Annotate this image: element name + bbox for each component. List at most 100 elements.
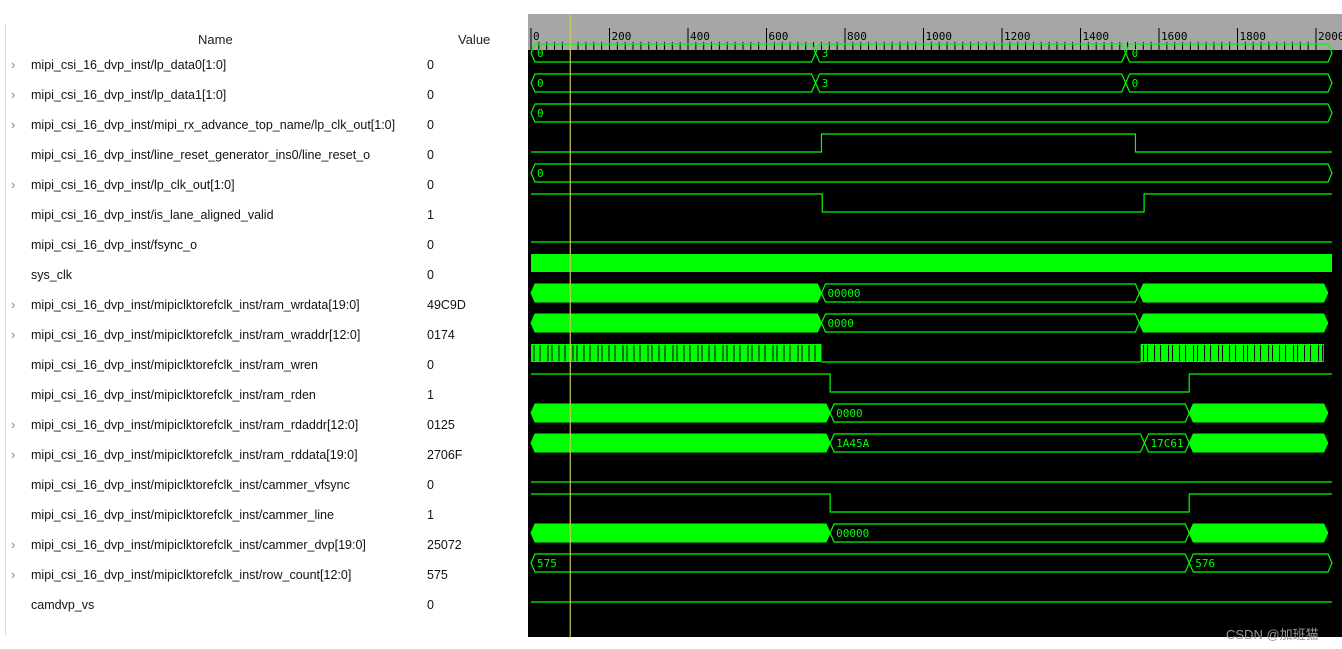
signal-row[interactable]: mipi_csi_16_dvp_inst/mipiclktorefclk_ins… xyxy=(0,381,528,411)
signal-row[interactable]: camdvp_vs 0 xyxy=(0,591,528,621)
waveform-canvas[interactable]: 0 3 00 3 00000000000000001A45A 17C6100000575 5… xyxy=(528,14,1342,637)
signal-name: mipi_csi_16_dvp_inst/lp_data0[1:0] xyxy=(31,58,227,72)
bus-busy-segment xyxy=(530,523,831,543)
signal-value: 0174 xyxy=(427,328,455,342)
bit-waveform xyxy=(531,193,1332,213)
signal-value: 0 xyxy=(427,148,434,162)
signal-value: 0 xyxy=(427,88,434,102)
signal-row[interactable]: › mipi_csi_16_dvp_inst/mipiclktorefclk_in… xyxy=(0,531,528,561)
signal-value: 49C9D xyxy=(427,298,466,312)
expand-chevron-icon[interactable]: › xyxy=(11,417,15,432)
bus-value-label: 0000 xyxy=(827,317,854,330)
expand-chevron-icon[interactable]: › xyxy=(11,537,15,552)
expand-chevron-icon[interactable]: › xyxy=(11,447,15,462)
signal-name: mipi_csi_16_dvp_inst/lp_data1[1:0] xyxy=(31,88,227,102)
bus-busy-segment xyxy=(530,313,822,333)
bus-value-label: 1A45A xyxy=(836,437,869,450)
bus-value-label: 3 xyxy=(822,47,829,60)
signal-name: mipi_csi_16_dvp_inst/fsync_o xyxy=(31,238,198,252)
bus-segment xyxy=(530,103,1333,123)
signal-value: 0 xyxy=(427,238,434,252)
bus-busy-segment xyxy=(1188,403,1329,423)
signal-value: 1 xyxy=(427,208,434,222)
signal-value: 25072 xyxy=(427,538,462,552)
bus-segment xyxy=(814,43,1127,63)
bus-segment xyxy=(1124,43,1333,63)
expand-chevron-icon[interactable]: › xyxy=(11,87,15,102)
bus-value-label: 576 xyxy=(1195,557,1215,570)
signal-row[interactable]: › mipi_csi_16_dvp_inst/mipiclktorefclk_in… xyxy=(0,441,528,471)
signal-row[interactable]: mipi_csi_16_dvp_inst/is_lane_aligned_val… xyxy=(0,201,528,231)
signal-row[interactable]: › mipi_csi_16_dvp_inst/lp_clk_out[1:0] 0 xyxy=(0,171,528,201)
expand-chevron-icon[interactable]: › xyxy=(11,567,15,582)
expand-chevron-icon[interactable]: › xyxy=(11,297,15,312)
signal-name: mipi_csi_16_dvp_inst/mipi_rx_advance_top… xyxy=(31,118,396,132)
bit-waveform xyxy=(531,373,1332,393)
signal-row[interactable]: › mipi_csi_16_dvp_inst/lp_data1[1:0] 0 xyxy=(0,81,528,111)
signal-name: camdvp_vs xyxy=(31,598,95,612)
signal-name: mipi_csi_16_dvp_inst/mipiclktorefclk_ins… xyxy=(31,568,352,582)
signal-value: 1 xyxy=(427,388,434,402)
clock-waveform xyxy=(531,254,1332,272)
bus-value-label: 0 xyxy=(1132,47,1139,60)
bus-segment xyxy=(820,313,1141,333)
value-column-header[interactable]: Value xyxy=(458,32,490,47)
signal-row[interactable]: mipi_csi_16_dvp_inst/mipiclktorefclk_ins… xyxy=(0,351,528,381)
bus-value-label: 0 xyxy=(1132,77,1139,90)
waveform-panel[interactable]: 0 200 400 600 800 1000 1200 1400 1600 1800 2000 03… xyxy=(528,14,1342,637)
signal-row[interactable]: mipi_csi_16_dvp_inst/line_reset_generato… xyxy=(0,141,528,171)
expand-chevron-icon[interactable]: › xyxy=(11,327,15,342)
signal-row[interactable]: mipi_csi_16_dvp_inst/mipiclktorefclk_ins… xyxy=(0,471,528,501)
bus-busy-segment xyxy=(530,433,831,453)
bit-waveform xyxy=(531,133,1332,153)
signal-name: mipi_csi_16_dvp_inst/is_lane_aligned_val… xyxy=(31,208,274,222)
signal-row[interactable]: › mipi_csi_16_dvp_inst/mipiclktorefclk_in… xyxy=(0,411,528,441)
expand-chevron-icon[interactable]: › xyxy=(11,177,15,192)
signal-name: mipi_csi_16_dvp_inst/mipiclktorefclk_ins… xyxy=(31,328,361,342)
bus-value-label: 0000 xyxy=(836,407,863,420)
signal-name: mipi_csi_16_dvp_inst/mipiclktorefclk_ins… xyxy=(31,388,316,402)
bus-value-label: 0 xyxy=(537,77,544,90)
bus-busy-segment xyxy=(1138,283,1329,303)
signal-row[interactable]: mipi_csi_16_dvp_inst/mipiclktorefclk_ins… xyxy=(0,501,528,531)
signal-value: 2706F xyxy=(427,448,463,462)
signal-name-panel: Name Value › mipi_csi_16_dvp_inst/lp_data… xyxy=(0,0,528,649)
watermark: CSDN @加班猫 xyxy=(1226,627,1319,642)
bus-segment xyxy=(530,553,1190,573)
signal-row[interactable]: mipi_csi_16_dvp_inst/fsync_o 0 xyxy=(0,231,528,261)
bit-waveform xyxy=(531,493,1332,513)
bus-segment xyxy=(829,433,1146,453)
pulse-train xyxy=(531,344,822,362)
bus-value-label: 575 xyxy=(537,557,557,570)
signal-value: 0 xyxy=(427,118,434,132)
bus-busy-segment xyxy=(530,283,822,303)
signal-row[interactable]: › mipi_csi_16_dvp_inst/mipiclktorefclk_in… xyxy=(0,561,528,591)
pulse-train xyxy=(1140,344,1324,362)
signal-row[interactable]: › mipi_csi_16_dvp_inst/lp_data0[1:0] 0 xyxy=(0,51,528,81)
bus-segment xyxy=(814,73,1127,93)
name-column-header[interactable]: Name xyxy=(198,32,233,47)
bus-segment xyxy=(829,523,1190,543)
bus-value-label: 0 xyxy=(537,167,544,180)
signal-name: mipi_csi_16_dvp_inst/mipiclktorefclk_ins… xyxy=(31,358,318,372)
expand-chevron-icon[interactable]: › xyxy=(11,117,15,132)
signal-value: 0 xyxy=(427,58,434,72)
signal-value: 0 xyxy=(427,178,434,192)
bus-value-label: 3 xyxy=(822,77,829,90)
signal-row[interactable]: › mipi_csi_16_dvp_inst/mipiclktorefclk_in… xyxy=(0,321,528,351)
signal-row[interactable]: › mipi_csi_16_dvp_inst/mipi_rx_advance_to… xyxy=(0,111,528,141)
signal-value: 1 xyxy=(427,508,434,522)
signal-name: mipi_csi_16_dvp_inst/line_reset_generato… xyxy=(31,148,371,162)
signal-row[interactable]: › mipi_csi_16_dvp_inst/mipiclktorefclk_in… xyxy=(0,291,528,321)
bus-segment xyxy=(530,43,817,63)
bus-segment xyxy=(530,73,817,93)
bus-value-label: 00000 xyxy=(827,287,860,300)
signal-name: mipi_csi_16_dvp_inst/mipiclktorefclk_ins… xyxy=(31,448,358,462)
signal-value: 0 xyxy=(427,268,434,282)
bus-segment xyxy=(820,283,1141,303)
signal-name: mipi_csi_16_dvp_inst/mipiclktorefclk_ins… xyxy=(31,298,360,312)
bus-value-label: 00000 xyxy=(836,527,869,540)
bus-segment xyxy=(530,163,1333,183)
signal-row[interactable]: sys_clk 0 xyxy=(0,261,528,291)
expand-chevron-icon[interactable]: › xyxy=(11,57,15,72)
